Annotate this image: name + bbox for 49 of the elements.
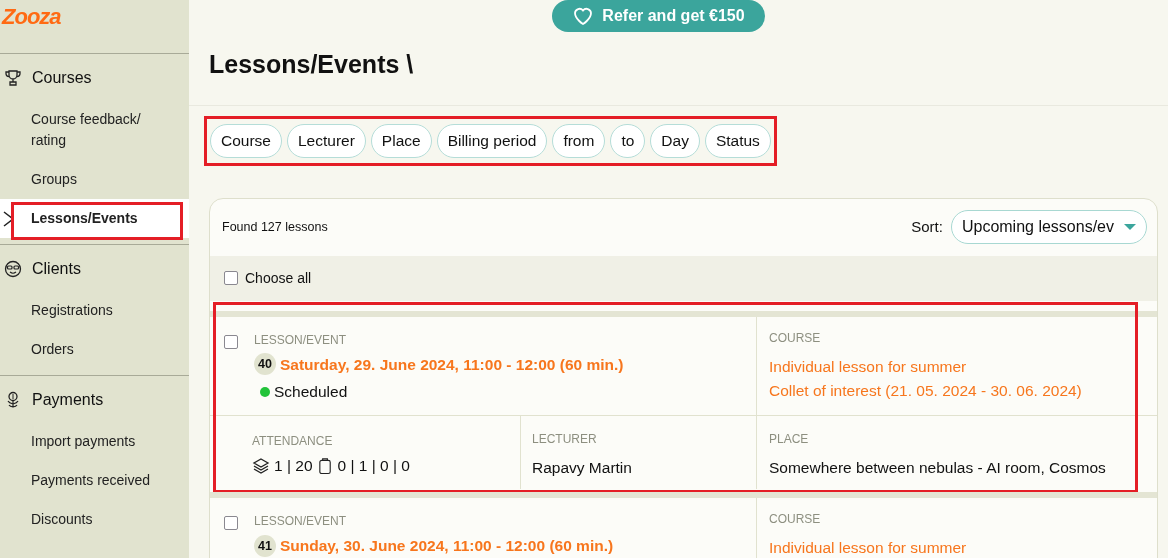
results-count: Found 127 lessons <box>222 218 328 236</box>
lecturer-name: Rapavy Martin <box>532 458 633 479</box>
filter-chip[interactable]: Status <box>704 124 771 158</box>
trophy-icon <box>4 69 22 87</box>
checkbox[interactable] <box>224 334 238 349</box>
sidebar-item[interactable]: Registrations <box>0 291 189 330</box>
field-label: ATTENDANCE <box>252 433 334 451</box>
filter-chip[interactable]: Billing period <box>436 124 548 158</box>
filter-chip[interactable]: to <box>610 124 646 158</box>
sidebar-section-title[interactable]: Clients <box>32 257 81 281</box>
filter-chip[interactable]: from <box>552 124 606 158</box>
sidebar-item[interactable]: Groups <box>0 160 189 199</box>
attendance-counts: 0 | 1 | 0 | 0 <box>337 456 410 477</box>
field-label: COURSE <box>769 329 822 347</box>
number-badge: 40 <box>254 353 276 376</box>
field-label: COURSE <box>769 511 822 529</box>
field-label: LESSON/EVENT <box>254 331 348 349</box>
checkbox[interactable] <box>224 516 238 531</box>
sidebar-item[interactable]: Lessons/Events <box>0 199 189 238</box>
heart-icon <box>572 5 595 27</box>
filter-chip[interactable]: Day <box>650 124 700 158</box>
field-label: LECTURER <box>532 431 598 449</box>
filter-chip[interactable]: Place <box>370 124 432 158</box>
field-label: PLACE <box>769 431 810 449</box>
caret-down-icon <box>1124 224 1136 231</box>
clipboard-icon <box>316 456 334 475</box>
face-icon <box>4 260 22 278</box>
checkbox[interactable] <box>224 271 238 286</box>
sort-dropdown[interactable]: Upcoming lessons/ev <box>950 210 1147 245</box>
sidebar-section-title[interactable]: Courses <box>32 66 92 90</box>
sidebar-item[interactable]: Orders <box>0 330 189 369</box>
chevron-icon <box>3 211 14 227</box>
page-title: Lessons/Events \ <box>208 49 415 80</box>
sidebar-item[interactable]: Import payments <box>0 422 189 461</box>
layers-icon <box>252 456 270 475</box>
filter-chip[interactable]: Course <box>210 124 282 158</box>
sort-label: Sort: <box>911 216 943 237</box>
status-text: Scheduled <box>274 381 348 402</box>
field-label: LESSON/EVENT <box>254 513 348 531</box>
number-badge: 41 <box>254 535 276 558</box>
sidebar-item[interactable]: Payments received <box>0 461 189 500</box>
sidebar-item[interactable]: Course feedback/ rating <box>0 100 189 160</box>
attendance-groups: 1 | 20 <box>274 454 313 478</box>
sidebar-item[interactable]: Discounts <box>0 500 189 539</box>
filter-chip[interactable]: Lecturer <box>286 124 366 158</box>
choose-all-label: Choose all <box>245 268 312 288</box>
logo: Zooza <box>0 3 62 31</box>
place-name: Somewhere between nebulas - AI room, Cosmos <box>769 458 1107 479</box>
sidebar-section-title[interactable]: Payments <box>32 388 104 412</box>
